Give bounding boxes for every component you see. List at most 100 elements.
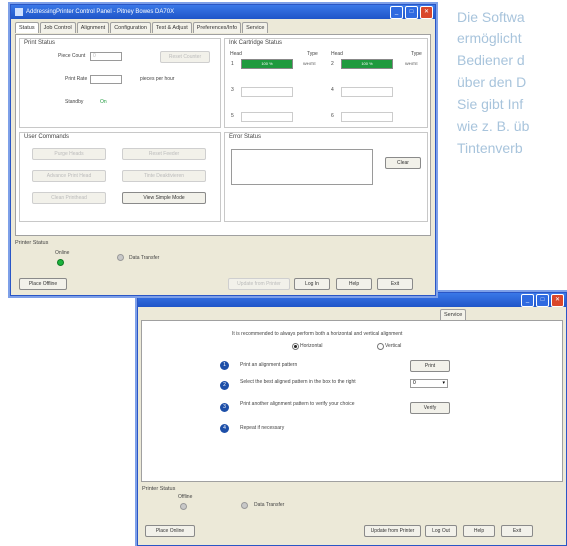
log-out-button[interactable]: Log Out [425,525,457,537]
step-4-text: Repeat if necessary [240,425,285,431]
side-text-line: Sie gibt Inf [457,96,524,112]
purge-heads-button[interactable]: Purge Heads [32,148,106,160]
head-column-label: Head [331,51,343,57]
reset-counter-button[interactable]: Reset Counter [160,51,210,63]
tab-status[interactable]: Status [15,22,39,33]
status-window: AddressingPrinter Control Panel - Pitney… [10,4,436,296]
error-status-group: Error Status Clear [224,132,428,222]
update-from-printer-button[interactable]: Update from Printer [228,278,290,290]
step-1-text: Print an alignment pattern [240,362,298,368]
chevron-down-icon: ▾ [442,380,445,386]
pattern-select-value: 0 [413,380,416,386]
head-6-number: 6 [331,113,334,119]
head-3-number: 3 [231,87,234,93]
tab-service[interactable]: Service [440,309,467,320]
maximize-button[interactable]: □ [536,294,549,307]
print-rate-unit: pieces per hour [140,76,175,82]
data-transfer-status-icon [241,502,248,509]
vertical-radio[interactable] [377,343,384,350]
step-1-number-icon: 1 [220,361,229,370]
side-text-line: wie z. B. üb [457,118,530,134]
tab-service[interactable]: Service [242,22,269,33]
tab-alignment[interactable]: Alignment [76,22,110,33]
error-status-title: Error Status [229,134,262,140]
head-column-label: Head [230,51,242,57]
place-offline-button[interactable]: Place Offline [19,278,67,290]
exit-button[interactable]: Exit [377,278,413,290]
head-1-number: 1 [231,61,234,67]
head-3-ink-bar [241,87,293,97]
clean-printhead-button[interactable]: Clean Printhead [32,192,106,204]
head-2-ink-fill: 100 % [342,60,392,68]
offline-label: Offline [178,494,193,500]
minimize-button[interactable]: _ [521,294,534,307]
vertical-label: Vertical [385,343,402,349]
recommend-text: It is recommended to always perform both… [232,331,403,337]
tab-configuration[interactable]: Configuration [110,22,151,33]
title-bar: AddressingPrinter Control Panel - Pitney… [11,5,435,19]
type-column-label: Type [411,51,422,57]
place-online-button[interactable]: Place Online [145,525,195,537]
horizontal-label: Horizontal [300,343,323,349]
head-5-number: 5 [231,113,234,119]
step-2-number-icon: 2 [220,381,229,390]
app-icon [15,8,23,16]
head-2-type: WHITE [405,61,418,66]
head-4-number: 4 [331,87,334,93]
exit-button[interactable]: Exit [501,525,533,537]
standby-label: Standby [65,99,84,105]
print-rate-label: Print Rate [65,76,88,82]
help-button[interactable]: Help [336,278,372,290]
tab-job-control[interactable]: Job Control [39,22,76,33]
online-status-icon [57,259,64,266]
printer-status-title: Printer Status [15,240,49,246]
head-2-number: 2 [331,61,334,67]
ink-cartridge-group: Ink Cartridge Status Head Type Head Type… [224,38,428,128]
alignment-panel: It is recommended to always perform both… [141,320,563,482]
side-text-line: Tintenverb [457,140,523,156]
ink-cartridge-title: Ink Cartridge Status [229,40,283,46]
step-3-text: Print another alignment pattern to verif… [240,401,355,407]
reset-feeder-button[interactable]: Reset Feeder [122,148,206,160]
head-2-ink-bar: 100 % [341,59,393,69]
head-1-ink-bar: 100 % [241,59,293,69]
window-title: AddressingPrinter Control Panel - Pitney… [26,9,175,15]
head-1-type: WHITE [303,61,316,66]
side-text-line: über den D [457,74,527,90]
data-transfer-label: Data Transfer [129,255,160,261]
print-pattern-button[interactable]: Print [410,360,450,372]
printer-status-title: Printer Status [142,486,176,492]
status-panel: Print Status Piece Count 0 Reset Counter… [15,34,431,236]
print-status-title: Print Status [24,40,56,46]
clear-button[interactable]: Clear [385,157,421,169]
close-button[interactable]: ✕ [420,6,433,19]
user-commands-title: User Commands [24,134,70,140]
advance-print-head-button[interactable]: Advance Print Head [32,170,106,182]
tab-test-adjust[interactable]: Test & Adjust [151,22,192,33]
alignment-window: _ □ ✕ Service It is recommended to alway… [137,292,567,546]
side-text-line: Die Softwa [457,9,525,25]
close-button[interactable]: ✕ [551,294,564,307]
print-status-group: Print Status Piece Count 0 Reset Counter… [19,38,221,128]
head-5-ink-bar [241,112,293,122]
standby-value: On [100,99,107,105]
pattern-select[interactable]: 0 ▾ [410,379,448,388]
verify-button[interactable]: Verify [410,402,450,414]
log-in-button[interactable]: Log In [294,278,330,290]
view-simple-mode-button[interactable]: View Simple Mode [122,192,206,204]
print-rate-field [90,75,122,84]
minimize-button[interactable]: _ [390,6,403,19]
step-2-text: Select the best aligned pattern in the b… [240,379,356,385]
update-from-printer-button[interactable]: Update from Printer [364,525,421,537]
tab-preferences[interactable]: Preferences/Info [192,22,242,33]
help-button[interactable]: Help [463,525,495,537]
data-transfer-label: Data Transfer [254,502,285,508]
step-3-number-icon: 3 [220,403,229,412]
side-text-line: Bediener d [457,52,525,68]
tab-bar: Status Job Control Alignment Configurati… [11,19,435,33]
head-6-ink-bar [341,112,393,122]
horizontal-radio[interactable] [292,343,299,350]
maximize-button[interactable]: □ [405,6,418,19]
tinte-deaktivieren-button[interactable]: Tinte Deaktivieren [122,170,206,182]
piece-count-field: 0 [90,52,122,61]
